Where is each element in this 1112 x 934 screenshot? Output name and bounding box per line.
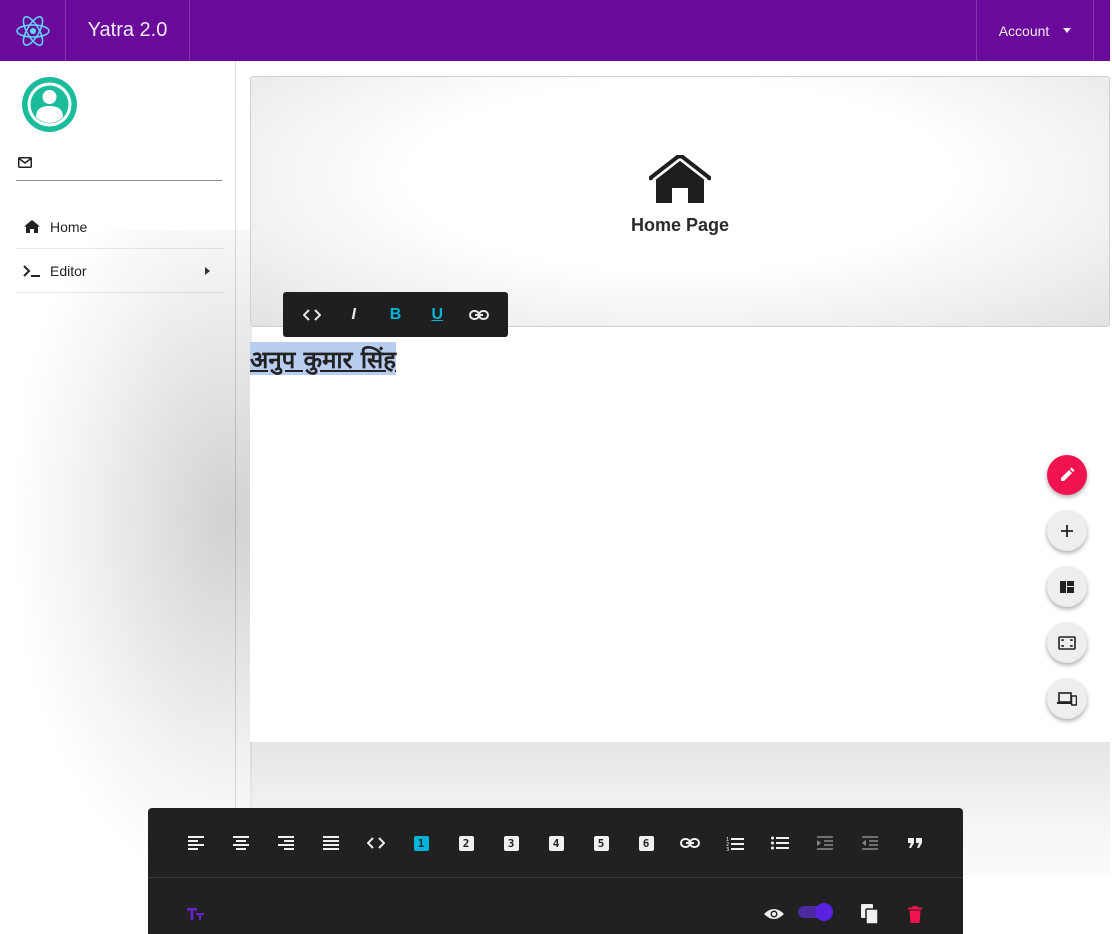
sidebar-item-label: Editor	[50, 262, 87, 279]
align-left-button[interactable]	[181, 828, 211, 858]
fit-screen-icon	[1058, 636, 1076, 650]
link-icon	[469, 309, 490, 320]
block-format-toolbar: 1 2 3 4 5 6 123	[148, 808, 963, 934]
edit-fab-button[interactable]	[1047, 455, 1087, 495]
code-block-button[interactable]	[361, 828, 391, 858]
heading-3-button[interactable]: 3	[496, 828, 526, 858]
link-button[interactable]	[464, 300, 494, 330]
page-title: Home Page	[630, 215, 730, 235]
home-page-banner: Home Page	[250, 76, 1110, 327]
copy-icon	[861, 904, 879, 924]
delete-button[interactable]	[900, 899, 930, 929]
preview-toggle-thumb[interactable]	[815, 903, 833, 921]
layout-fab-button[interactable]	[1047, 567, 1087, 607]
heading-4-button[interactable]: 4	[541, 828, 571, 858]
link-icon	[680, 838, 700, 848]
avatar-icon[interactable]	[22, 77, 77, 132]
top-navbar: Yatra 2.0 Account	[0, 0, 1110, 61]
devices-fab-button[interactable]	[1047, 679, 1087, 719]
bold-label: B	[389, 305, 402, 323]
sidebar-item-label: Home	[50, 218, 88, 235]
text-fields-icon	[187, 908, 204, 920]
inline-format-toolbar: I B U	[283, 292, 508, 337]
italic-button[interactable]: I	[339, 300, 369, 330]
looks-five-icon: 5	[593, 835, 609, 851]
selected-heading-text[interactable]: अनुप कुमार सिंह	[250, 342, 396, 375]
bold-button[interactable]: B	[380, 300, 410, 330]
looks-three-icon: 3	[503, 835, 519, 851]
devices-icon	[1057, 692, 1077, 706]
code-icon	[302, 308, 321, 321]
trash-icon	[908, 905, 922, 923]
indent-button[interactable]	[810, 828, 840, 858]
underline-button[interactable]: U	[422, 300, 452, 330]
indent-decrease-icon	[862, 836, 878, 850]
align-justify-button[interactable]	[316, 828, 346, 858]
preview-button[interactable]	[759, 899, 789, 929]
align-right-icon	[278, 836, 294, 850]
envelope-icon	[18, 157, 32, 168]
italic-label: I	[351, 305, 356, 323]
email-field	[16, 153, 222, 181]
numbered-list-icon: 123	[726, 837, 744, 851]
account-label: Account	[998, 22, 1050, 39]
looks-six-icon: 6	[638, 835, 654, 851]
eye-icon	[764, 909, 784, 919]
rich-text-editor[interactable]: अनुप कुमार सिंह	[250, 342, 1110, 742]
react-logo-icon[interactable]	[0, 0, 66, 61]
looks-one-icon: 1	[413, 835, 429, 851]
link-button[interactable]	[675, 828, 705, 858]
heading-1-button[interactable]: 1	[406, 828, 436, 858]
pencil-icon	[1061, 467, 1075, 481]
text-size-button[interactable]	[181, 899, 211, 929]
dashboard-icon	[1060, 581, 1074, 593]
code-inline-button[interactable]	[297, 300, 327, 330]
fullscreen-fab-button[interactable]	[1047, 623, 1087, 663]
sidebar: Home Editor	[0, 61, 236, 934]
quote-icon	[908, 838, 922, 848]
underline-label: U	[431, 305, 444, 323]
block-toolbar-actions	[148, 879, 963, 934]
svg-text:3: 3	[726, 847, 729, 851]
align-justify-icon	[323, 836, 339, 850]
outdent-button[interactable]	[855, 828, 885, 858]
blockquote-button[interactable]	[900, 828, 930, 858]
duplicate-button[interactable]	[855, 899, 885, 929]
looks-two-icon: 2	[458, 835, 474, 851]
align-right-button[interactable]	[271, 828, 301, 858]
ordered-list-button[interactable]: 123	[720, 828, 750, 858]
caret-down-icon	[1063, 28, 1072, 33]
app-title[interactable]: Yatra 2.0	[66, 0, 190, 61]
heading-5-button[interactable]: 5	[586, 828, 616, 858]
home-icon	[22, 220, 42, 233]
sidebar-item-editor[interactable]: Editor	[16, 249, 224, 293]
add-fab-button[interactable]	[1047, 511, 1087, 551]
home-icon	[649, 155, 711, 203]
plus-icon	[1061, 525, 1073, 537]
heading-6-button[interactable]: 6	[631, 828, 661, 858]
account-menu[interactable]: Account	[976, 0, 1094, 61]
code-icon	[367, 837, 385, 849]
heading-2-button[interactable]: 2	[451, 828, 481, 858]
terminal-icon	[22, 264, 42, 277]
caret-right-icon	[205, 267, 210, 275]
indent-increase-icon	[817, 836, 833, 850]
align-left-icon	[188, 836, 204, 850]
block-toolbar-row: 1 2 3 4 5 6 123	[148, 808, 963, 878]
bulleted-list-icon	[771, 836, 789, 850]
align-center-icon	[233, 836, 249, 850]
looks-four-icon: 4	[548, 835, 564, 851]
bulleted-list-button[interactable]	[765, 828, 795, 858]
align-center-button[interactable]	[226, 828, 256, 858]
sidebar-item-home[interactable]: Home	[16, 205, 224, 249]
